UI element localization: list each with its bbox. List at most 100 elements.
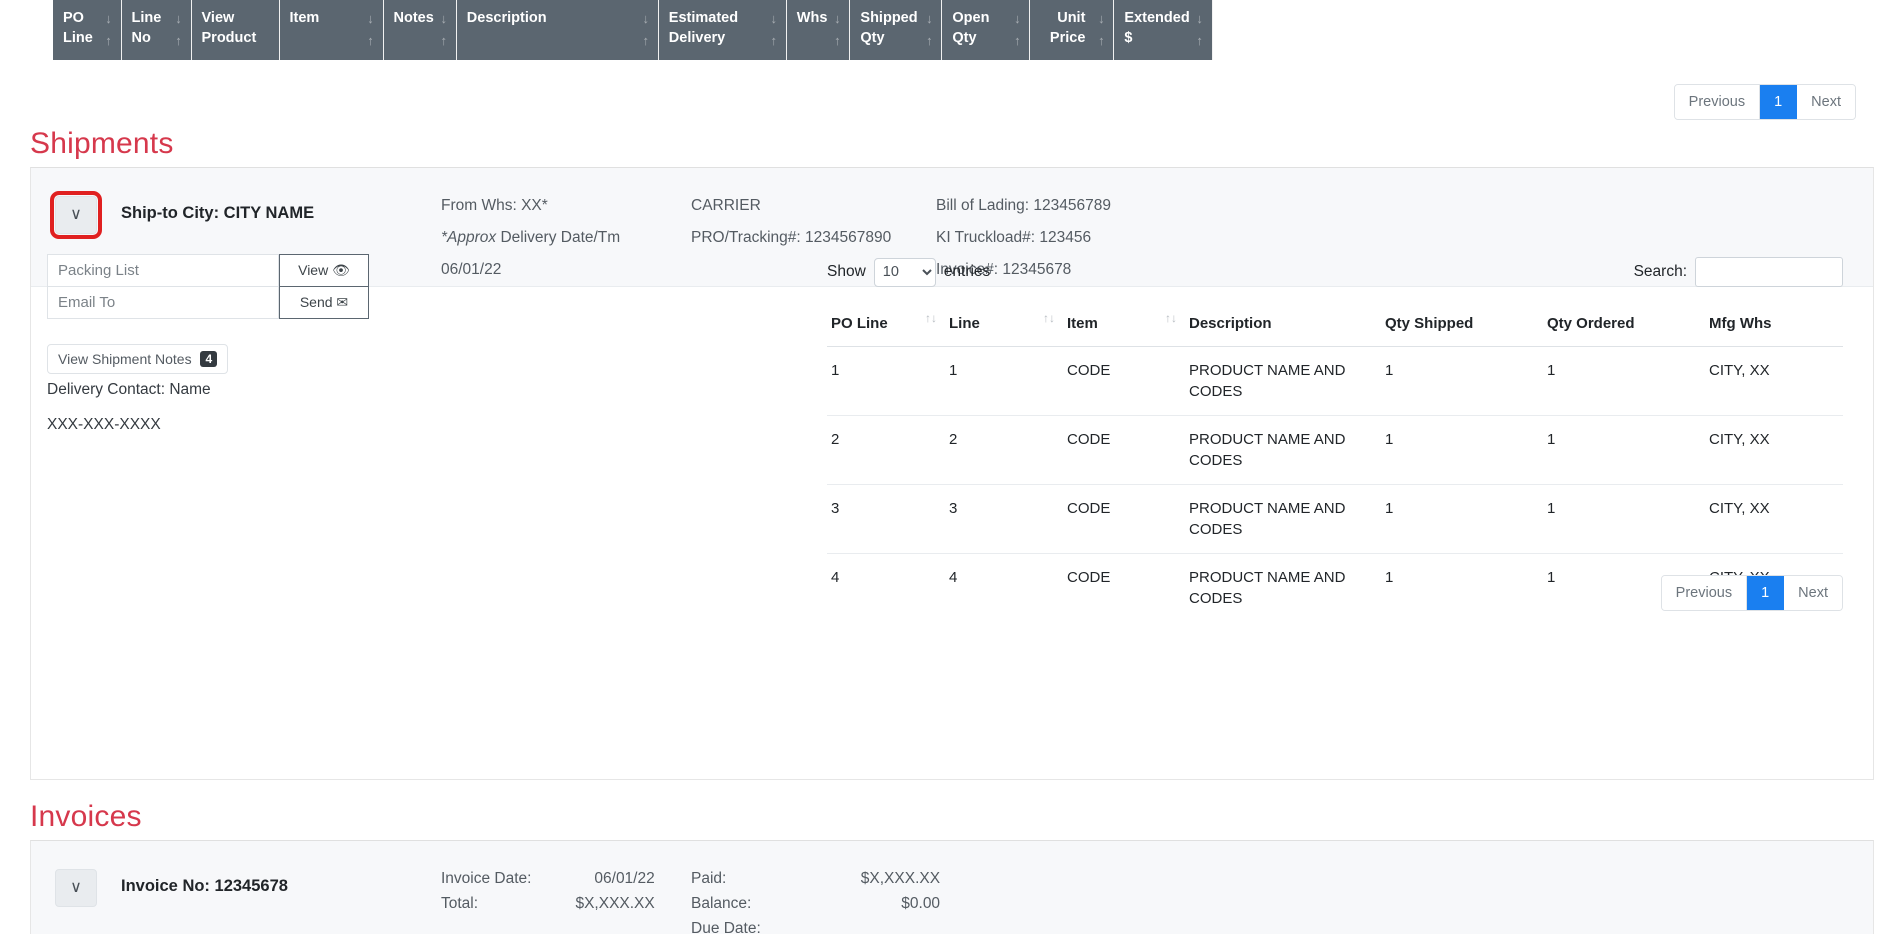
th-label: Qty Ordered <box>1547 315 1635 332</box>
button-label: View <box>298 262 329 278</box>
col-label: Unit Price <box>1049 10 1086 46</box>
invoice-paid-value: $X,XXX.XX <box>860 870 941 887</box>
th-description[interactable]: Description <box>1185 307 1381 347</box>
cell-mfg-whs: CITY, XX <box>1705 415 1843 485</box>
shipment-lines-header-row: PO Line ↑↓ Line ↑↓ Item ↑↓ Description Q… <box>827 307 1843 347</box>
cell-mfg-whs: CITY, XX <box>1705 346 1843 416</box>
pagination-next[interactable]: Next <box>1797 85 1855 119</box>
view-shipment-notes-button[interactable]: View Shipment Notes 4 <box>47 344 229 374</box>
sort-icon[interactable]: ↑↓ <box>1043 312 1055 324</box>
invoice-paid-label: Paid: <box>691 870 727 887</box>
delivery-date-value: 06/01/22 <box>441 261 502 278</box>
packing-list-row: View 👁 <box>47 254 369 287</box>
shipment-lines-datatable: Show 102550100 entries Search: PO Line <box>827 253 1843 622</box>
pagination-page-1[interactable]: 1 <box>1760 85 1798 119</box>
col-whs[interactable]: Whs ↓ ↑ <box>785 0 851 60</box>
sort-icon[interactable]: ↓ ↑ <box>640 12 652 47</box>
th-qty-ordered[interactable]: Qty Ordered <box>1543 307 1705 347</box>
th-mfg-whs[interactable]: Mfg Whs <box>1705 307 1843 347</box>
col-label: Whs <box>796 10 828 26</box>
sort-icon[interactable]: ↓ ↑ <box>831 12 843 47</box>
sort-icon[interactable]: ↓ ↑ <box>1194 12 1206 47</box>
delivery-contact-label: Delivery Contact: Name <box>47 381 211 398</box>
sort-icon[interactable]: ↓ ↑ <box>1095 12 1107 47</box>
table-row[interactable]: 3 3 CODE PRODUCT NAME AND CODES 1 1 CITY… <box>827 484 1843 554</box>
shipment-collapse-toggle[interactable]: ∨ <box>50 191 102 239</box>
cell-line: 2 <box>945 415 1063 485</box>
col-label: Open Qty <box>952 10 990 46</box>
col-unit-price[interactable]: Unit Price ↓ ↑ <box>1029 0 1115 60</box>
cell-description: PRODUCT NAME AND CODES <box>1185 415 1381 485</box>
page-length-select[interactable]: 102550100 <box>873 257 936 287</box>
sort-icon[interactable]: ↓ ↑ <box>365 12 377 47</box>
th-label: PO Line <box>831 315 888 332</box>
invoice-collapse-toggle[interactable]: ∨ <box>55 869 97 907</box>
pagination-page-1[interactable]: 1 <box>1747 576 1785 610</box>
cell-item: CODE <box>1063 346 1185 416</box>
col-label: Description <box>466 10 547 26</box>
datatable-search: Search: <box>1634 257 1843 287</box>
cell-line: 1 <box>945 346 1063 416</box>
sort-icon[interactable]: ↑↓ <box>925 312 937 324</box>
carrier-label: CARRIER <box>691 197 761 214</box>
cell-qty-ordered: 1 <box>1543 484 1705 554</box>
col-open-qty[interactable]: Open Qty ↓ ↑ <box>941 0 1031 60</box>
cell-po-line: 2 <box>827 415 945 485</box>
col-po-line[interactable]: PO Line ↓ ↑ <box>53 0 122 60</box>
col-item[interactable]: Item ↓ ↑ <box>278 0 384 60</box>
col-view-product[interactable]: View Product <box>190 0 280 60</box>
sort-icon[interactable]: ↓ ↑ <box>1011 12 1023 47</box>
pagination-previous[interactable]: Previous <box>1674 85 1761 119</box>
cell-line: 4 <box>949 569 958 586</box>
cell-qty-shipped: 1 <box>1381 484 1543 554</box>
sort-icon[interactable]: ↑↓ <box>1165 312 1177 324</box>
th-label: Description <box>1189 315 1272 332</box>
packing-list-input[interactable] <box>47 254 279 287</box>
sort-icon[interactable]: ↓ ↑ <box>103 12 115 47</box>
table-row[interactable]: 2 2 CODE PRODUCT NAME AND CODES 1 1 CITY… <box>827 415 1843 485</box>
invoice-total-value: $X,XXX.XX <box>575 895 655 912</box>
show-label: Show <box>827 263 866 280</box>
th-qty-shipped[interactable]: Qty Shipped <box>1381 307 1543 347</box>
pagination-previous[interactable]: Previous <box>1661 576 1748 610</box>
button-label: Send <box>299 294 333 310</box>
th-po-line[interactable]: PO Line ↑↓ <box>827 307 945 347</box>
col-extended-dollars[interactable]: Extended $ ↓ ↑ <box>1113 0 1213 60</box>
col-estimated-delivery[interactable]: Estimated Delivery ↓ ↑ <box>657 0 787 60</box>
cell-item: CODE <box>1067 569 1111 586</box>
col-label: PO Line <box>63 10 93 46</box>
search-input[interactable] <box>1695 257 1843 287</box>
sort-icon[interactable]: ↓ ↑ <box>923 12 935 47</box>
col-description[interactable]: Description ↓ ↑ <box>455 0 659 60</box>
th-label: Line <box>949 315 980 332</box>
send-email-button[interactable]: Send ✉ <box>279 286 369 319</box>
delivery-phone-label: XXX-XXX-XXXX <box>47 416 161 433</box>
cell-po-line: 4 <box>831 569 840 586</box>
ship-to-city-label: Ship-to City: CITY NAME <box>121 204 315 222</box>
cell-item: CODE <box>1063 484 1185 554</box>
sort-icon[interactable]: ↓ ↑ <box>438 12 450 47</box>
th-item[interactable]: Item ↑↓ <box>1063 307 1185 347</box>
cell-qty-shipped: 1 <box>1381 415 1543 485</box>
invoice-number-label: Invoice No: 12345678 <box>121 877 288 895</box>
cell-line: 3 <box>945 484 1063 554</box>
sort-icon[interactable]: ↓ ↑ <box>768 12 780 47</box>
eye-icon: 👁 <box>332 262 350 278</box>
col-label: Shipped Qty <box>860 10 918 46</box>
sort-icon[interactable]: ↓ ↑ <box>173 12 185 47</box>
invoice-meta-right: Paid: $X,XXX.XX Balance: $0.00 Due Date: <box>691 866 940 934</box>
col-notes[interactable]: Notes ↓ ↑ <box>382 0 457 60</box>
col-line-no[interactable]: Line No ↓ ↑ <box>120 0 192 60</box>
email-to-input[interactable] <box>47 286 279 319</box>
col-shipped-qty[interactable]: Shipped Qty ↓ ↑ <box>849 0 943 60</box>
view-packing-list-button[interactable]: View 👁 <box>279 254 369 287</box>
th-label: Mfg Whs <box>1709 315 1772 332</box>
shipment-meta-carrier: CARRIER PRO/Tracking#: 1234567890 <box>691 190 891 254</box>
shipment-meta-from-whs: From Whs: XX* *Approx Delivery Date/Tm 0… <box>441 190 620 286</box>
shipments-section-title: Shipments <box>30 127 174 160</box>
pagination-next[interactable]: Next <box>1784 576 1842 610</box>
th-line[interactable]: Line ↑↓ <box>945 307 1063 347</box>
datatable-controls: Show 102550100 entries Search: <box>827 253 1843 291</box>
table-row[interactable]: 1 1 CODE PRODUCT NAME AND CODES 1 1 CITY… <box>827 346 1843 416</box>
order-lines-table: PO Line ↓ ↑ Line No ↓ ↑ View Product Item … <box>53 0 1213 60</box>
